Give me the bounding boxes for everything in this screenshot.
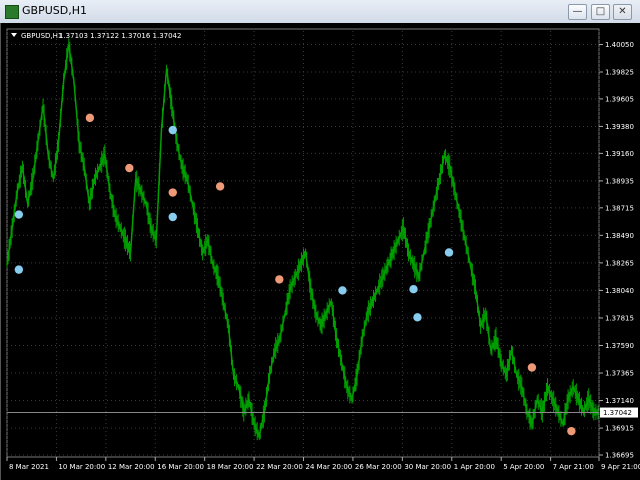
y-tick-label: 1.36695: [605, 452, 634, 460]
header-triangle-icon: [11, 33, 17, 37]
x-tick-label: 18 Mar 20:00: [207, 463, 254, 471]
signal-marker: [338, 286, 347, 295]
y-tick-label: 1.39825: [605, 68, 634, 76]
x-tick-label: 24 Mar 20:00: [306, 463, 353, 471]
signal-marker: [409, 284, 418, 294]
y-tick-label: 1.40050: [605, 41, 634, 49]
plot-border: [6, 28, 600, 458]
signal-marker: [567, 426, 576, 436]
x-tick-label: 16 Mar 20:00: [157, 463, 204, 471]
x-tick-label: 8 Mar 2021: [9, 463, 49, 471]
chart-area[interactable]: 1.40050 1.39825 1.39605 1.39380 1.39160 1.389…: [0, 23, 640, 480]
signal-marker: [168, 188, 177, 197]
x-tick-label: 30 Mar 20:00: [404, 463, 451, 471]
y-tick-label: 1.38715: [605, 204, 634, 212]
minimize-button[interactable]: —: [568, 4, 587, 20]
signal-marker: [413, 313, 422, 322]
y-tick-label: 1.39380: [605, 123, 634, 131]
x-tick-label: 7 Apr 21:00: [553, 463, 594, 471]
signal-marker: [14, 210, 24, 219]
window-title: GBPUSD,H1: [22, 4, 87, 17]
signal-marker: [168, 125, 177, 135]
y-tick-label: 1.39160: [605, 150, 634, 158]
y-tick-label: 1.37140: [605, 397, 634, 405]
current-price-label: 1.37042: [603, 409, 632, 417]
y-tick-label: 1.38490: [605, 232, 634, 240]
x-tick-label: 22 Mar 20:00: [256, 463, 303, 471]
chart-header-ohlc: 1.37103 1.37122 1.37016 1.37042: [59, 32, 181, 40]
signal-marker: [215, 182, 225, 191]
signal-marker: [14, 265, 24, 274]
close-button[interactable]: ✕: [613, 4, 632, 20]
signal-marker: [444, 248, 454, 257]
chart-header-symbol: GBPUSD,H1: [21, 32, 62, 40]
y-tick-label: 1.37815: [605, 314, 634, 322]
price-series-line: [6, 44, 600, 439]
signal-marker: [168, 212, 177, 222]
y-tick-label: 1.36915: [605, 425, 634, 433]
y-tick-label: 1.37365: [605, 370, 634, 378]
y-tick-label: 1.38935: [605, 177, 634, 185]
x-tick-label: 12 Mar 20:00: [108, 463, 155, 471]
x-tick-label: 10 Mar 20:00: [58, 463, 105, 471]
signal-marker: [125, 163, 134, 173]
x-tick-label: 9 Apr 21:00: [601, 463, 640, 471]
x-tick-label: 1 Apr 20:00: [454, 463, 495, 471]
chart-window: GBPUSD,H1 — □ ✕ 1.40050 1.39825 1.39605 1.3…: [0, 0, 640, 480]
signal-marker: [527, 363, 537, 372]
maximize-button[interactable]: □: [591, 4, 610, 20]
chart-icon: [5, 5, 19, 19]
title-bar[interactable]: GBPUSD,H1 — □ ✕: [0, 0, 640, 24]
signal-marker: [85, 113, 95, 123]
y-tick-label: 1.39605: [605, 95, 634, 103]
signal-marker: [275, 275, 284, 284]
y-tick-label: 1.38265: [605, 259, 634, 267]
price-chart[interactable]: 1.40050 1.39825 1.39605 1.39380 1.39160 1.389…: [1, 23, 640, 480]
x-tick-label: 26 Mar 20:00: [355, 463, 402, 471]
y-tick-label: 1.38040: [605, 287, 634, 295]
y-tick-label: 1.37590: [605, 342, 634, 350]
x-tick-label: 5 Apr 20:00: [503, 463, 544, 471]
